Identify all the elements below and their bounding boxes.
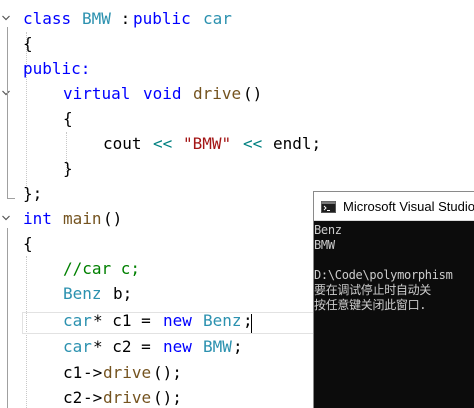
open-brace: { [63, 109, 73, 128]
type-name: car [63, 311, 92, 330]
variable-declaration: b; [113, 284, 133, 303]
comment: //car c; [63, 259, 141, 278]
endl-identifier: endl; [273, 134, 322, 153]
keyword-void: void [143, 84, 182, 103]
call-parens: (); [153, 363, 182, 382]
code-line: { [0, 106, 474, 131]
close-brace: }; [23, 184, 43, 203]
console-output-line: 要在调试停止时自动关 [314, 283, 432, 297]
code-line: virtual void drive () [0, 81, 474, 106]
text-caret [251, 314, 252, 333]
punctuation: : [111, 9, 131, 28]
variable: c2 [63, 388, 83, 407]
variable: c1 [63, 363, 83, 382]
stream-operator: << [153, 134, 173, 153]
open-brace: { [23, 34, 33, 53]
function-name: main [63, 209, 102, 228]
type-name: car [63, 337, 92, 356]
function-name: drive [103, 363, 152, 382]
stream-operator: << [243, 134, 263, 153]
console-output-line: 按任意键关闭此窗口. [314, 298, 427, 312]
parens: () [103, 209, 123, 228]
code-line: cout << "BMW" << endl; [0, 131, 474, 156]
string-literal: "BMW" [183, 134, 232, 153]
close-brace: } [63, 159, 73, 178]
keyword-virtual: virtual [63, 84, 131, 103]
access-specifier: public: [23, 59, 91, 78]
pointer-declaration: * c2 = [93, 337, 161, 356]
call-parens: (); [153, 388, 182, 407]
console-window[interactable]: Microsoft Visual Studio Benz BMW D:\Code… [313, 191, 474, 408]
keyword-new: new [163, 311, 192, 330]
keyword-new: new [163, 337, 192, 356]
console-output-line: BMW [314, 238, 335, 252]
function-name: drive [103, 388, 152, 407]
keyword-class: class [23, 9, 72, 28]
screenshot-root: class BMW : public car { public: virtual… [0, 0, 474, 408]
console-title: Microsoft Visual Studio [343, 199, 474, 214]
base-class-name: car [203, 9, 232, 28]
code-line: class BMW : public car [0, 6, 474, 31]
open-brace: { [23, 234, 33, 253]
class-name: BMW [82, 9, 111, 28]
type-name: Benz [203, 311, 242, 330]
console-titlebar[interactable]: Microsoft Visual Studio [314, 192, 474, 221]
keyword-public: public [133, 9, 191, 28]
type-name: Benz [63, 284, 102, 303]
semicolon: ; [233, 337, 243, 356]
arrow-operator: -> [83, 388, 103, 407]
console-output-line: Benz [314, 223, 342, 237]
parens: () [243, 84, 263, 103]
arrow-operator: -> [83, 363, 103, 382]
console-app-icon [321, 200, 336, 213]
type-name: BMW [203, 337, 232, 356]
code-line: { [0, 31, 474, 56]
cout-identifier: cout [103, 134, 142, 153]
console-output: Benz BMW D:\Code\polymorphism 要在调试停止时自动关… [314, 221, 474, 408]
code-line: public: [0, 56, 474, 81]
pointer-declaration: * c1 = [93, 311, 161, 330]
keyword-int: int [23, 209, 52, 228]
code-line: } [0, 156, 474, 181]
console-output-line: D:\Code\polymorphism [314, 268, 453, 282]
function-name: drive [193, 84, 242, 103]
